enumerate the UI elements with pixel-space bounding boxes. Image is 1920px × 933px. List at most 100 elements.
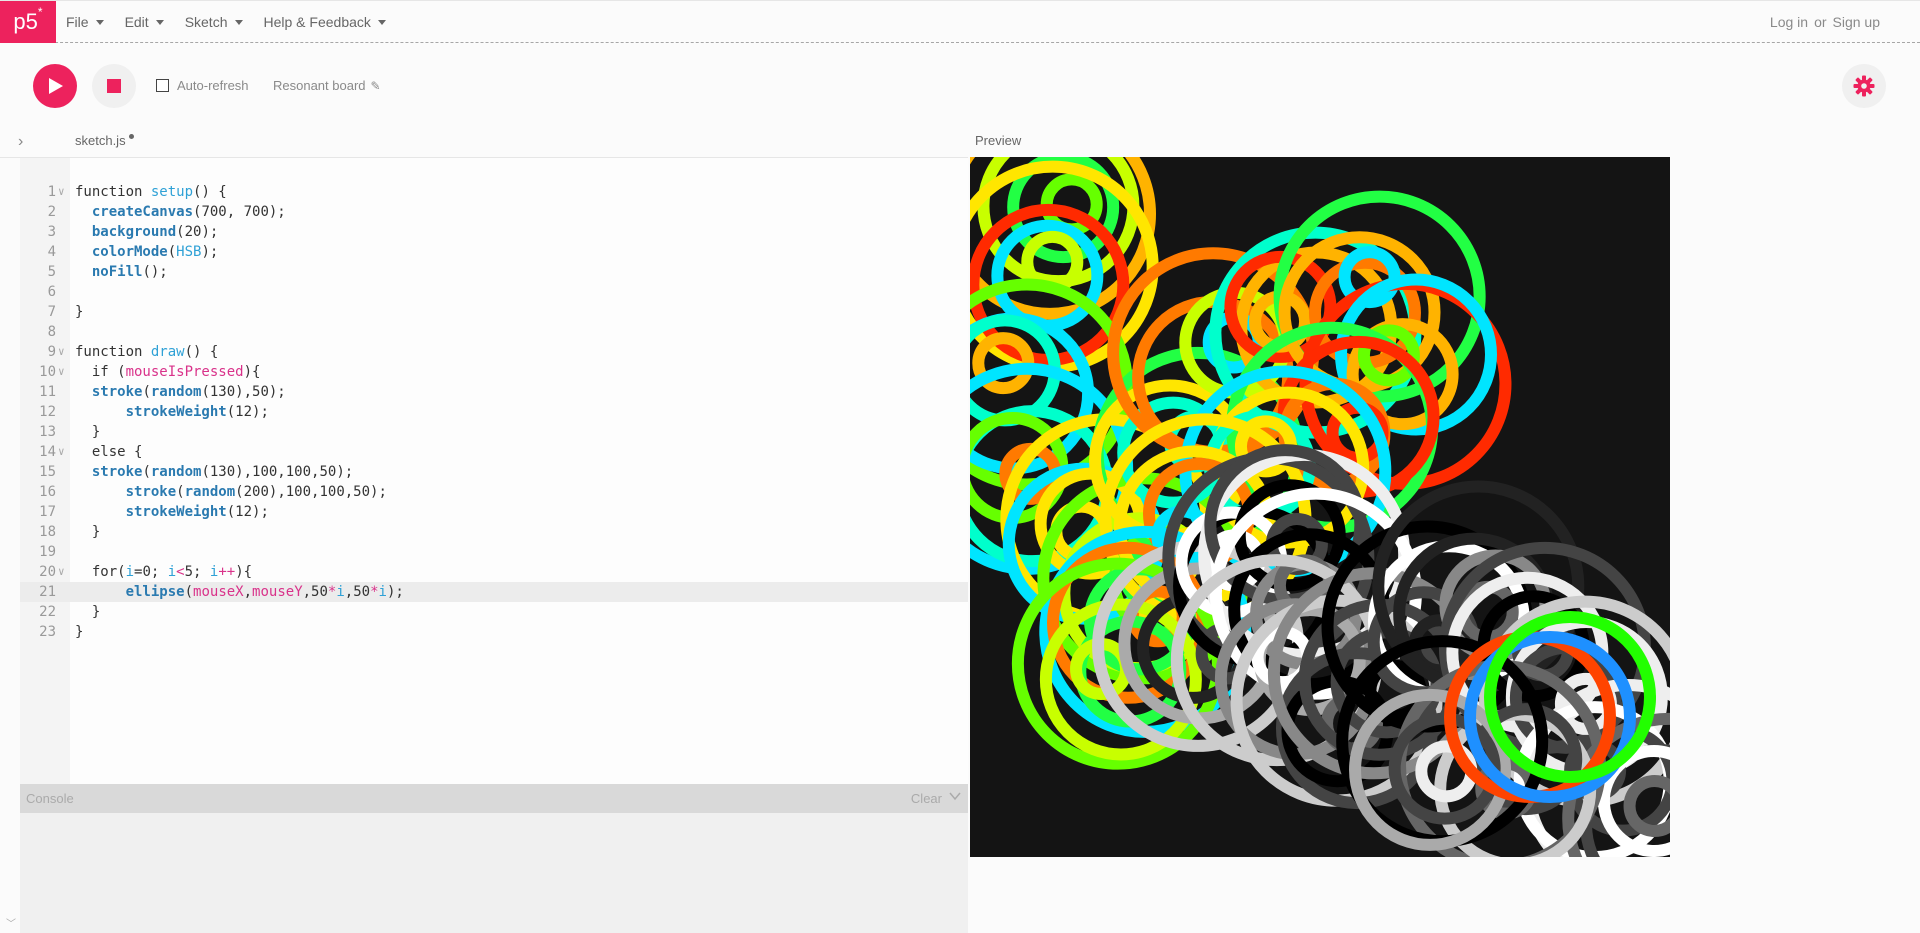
line-number: 23 xyxy=(39,624,56,640)
console-clear-button[interactable]: Clear xyxy=(911,791,942,806)
chevron-right-icon[interactable]: › xyxy=(18,133,23,151)
file-tab[interactable]: sketch.js xyxy=(75,133,134,148)
stop-button[interactable] xyxy=(92,64,136,108)
menu-edit[interactable]: Edit xyxy=(125,1,164,43)
line-number: 9 xyxy=(47,344,56,360)
line-number: 20 xyxy=(39,564,56,580)
code-line[interactable]: ​ xyxy=(75,542,404,562)
code-line[interactable]: ellipse(mouseX,mouseY,50*i,50*i); xyxy=(75,582,404,602)
menu-file[interactable]: File xyxy=(66,1,104,43)
auto-refresh-label: Auto-refresh xyxy=(177,78,249,93)
signup-link[interactable]: Sign up xyxy=(1833,14,1880,30)
fold-toggle-icon[interactable]: ∨ xyxy=(58,182,68,202)
sketch-canvas[interactable] xyxy=(970,157,1670,857)
line-number: 8 xyxy=(47,324,56,340)
play-icon xyxy=(49,78,63,94)
line-numbers: 1 2 3 4 5 6 7 8 9 10 11 12 13 14 15 16 17 18 19 20 21 22 23 xyxy=(20,182,56,642)
code-line[interactable]: } xyxy=(75,602,404,622)
chevron-down-icon xyxy=(155,19,164,25)
gear-icon xyxy=(1853,75,1875,97)
line-number: 19 xyxy=(39,544,56,560)
menu-help-feedback[interactable]: Help & Feedback xyxy=(264,1,386,43)
code-line[interactable]: createCanvas(700, 700); xyxy=(75,202,404,222)
code-content[interactable]: function setup() { createCanvas(700, 700… xyxy=(75,182,404,642)
menu-edit-label: Edit xyxy=(124,14,149,30)
code-line[interactable]: stroke(random(130),100,100,50); xyxy=(75,462,404,482)
fold-toggle-icon[interactable]: ∨ xyxy=(58,362,68,382)
console-output xyxy=(20,813,968,933)
code-line[interactable]: noFill(); xyxy=(75,262,404,282)
chevron-down-icon[interactable] xyxy=(948,789,962,806)
project-name[interactable]: Resonant board ✎ xyxy=(273,78,381,93)
code-line[interactable]: if (mouseIsPressed){ xyxy=(75,362,404,382)
pencil-icon[interactable]: ✎ xyxy=(371,79,381,93)
code-line[interactable]: strokeWeight(12); xyxy=(75,502,404,522)
code-line[interactable]: } xyxy=(75,422,404,442)
chevron-down-icon xyxy=(234,19,243,25)
line-number: 2 xyxy=(47,204,56,220)
line-number: 12 xyxy=(39,404,56,420)
sketch-drawing xyxy=(970,157,1670,857)
line-number: 15 xyxy=(39,464,56,480)
fold-toggle-icon[interactable]: ∨ xyxy=(58,342,68,362)
line-number: 21 xyxy=(39,584,56,600)
code-line[interactable]: } xyxy=(75,622,404,642)
code-line[interactable]: colorMode(HSB); xyxy=(75,242,404,262)
chevron-down-icon xyxy=(377,19,386,25)
p5-logo[interactable]: p5* xyxy=(0,1,56,43)
line-number: 16 xyxy=(39,484,56,500)
settings-button[interactable] xyxy=(1842,64,1886,108)
auth-or-text: or xyxy=(1814,14,1827,30)
line-number: 4 xyxy=(47,244,56,260)
auth-links: Log in or Sign up xyxy=(1770,1,1880,43)
login-link[interactable]: Log in xyxy=(1770,14,1808,30)
line-number: 18 xyxy=(39,524,56,540)
fold-toggle-icon[interactable]: ∨ xyxy=(58,562,68,582)
logo-text: p5 xyxy=(13,9,38,34)
code-line[interactable]: strokeWeight(12); xyxy=(75,402,404,422)
code-line[interactable]: ​ xyxy=(75,282,404,302)
chevron-down-icon xyxy=(95,19,104,25)
code-line[interactable]: stroke(random(200),100,100,50); xyxy=(75,482,404,502)
line-number: 3 xyxy=(47,224,56,240)
line-number: 10 xyxy=(39,364,56,380)
code-line[interactable]: else { xyxy=(75,442,404,462)
line-number: 13 xyxy=(39,424,56,440)
code-line[interactable]: background(20); xyxy=(75,222,404,242)
code-line[interactable]: function draw() { xyxy=(75,342,404,362)
auto-refresh-toggle[interactable]: Auto-refresh xyxy=(156,78,249,93)
menu-help-label: Help & Feedback xyxy=(263,14,371,30)
scroll-down-arrow-icon[interactable]: ﹀ xyxy=(6,915,16,930)
code-line[interactable]: ​ xyxy=(75,322,404,342)
code-line[interactable]: function setup() { xyxy=(75,182,404,202)
code-editor[interactable]: 1 2 3 4 5 6 7 8 9 10 11 12 13 14 15 16 17 18 19 20 21 22 23 ∨ ∨… xyxy=(0,157,968,785)
code-line[interactable]: } xyxy=(75,302,404,322)
toolbar: Auto-refresh Resonant board ✎ xyxy=(0,44,1920,126)
menu-sketch-label: Sketch xyxy=(184,14,228,30)
code-line[interactable]: stroke(random(130),50); xyxy=(75,382,404,402)
editor-margin xyxy=(0,158,20,785)
line-number: 1 xyxy=(47,184,56,200)
code-line[interactable]: } xyxy=(75,522,404,542)
menu-sketch[interactable]: Sketch xyxy=(185,1,243,43)
play-button[interactable] xyxy=(33,64,77,108)
line-number: 17 xyxy=(39,504,56,520)
top-nav: p5* File Edit Sketch Help & Feedback Log… xyxy=(0,0,1920,43)
fold-toggle-icon[interactable]: ∨ xyxy=(58,442,68,462)
code-line[interactable]: for(i=0; i<5; i++){ xyxy=(75,562,404,582)
auto-refresh-checkbox[interactable] xyxy=(156,79,169,92)
